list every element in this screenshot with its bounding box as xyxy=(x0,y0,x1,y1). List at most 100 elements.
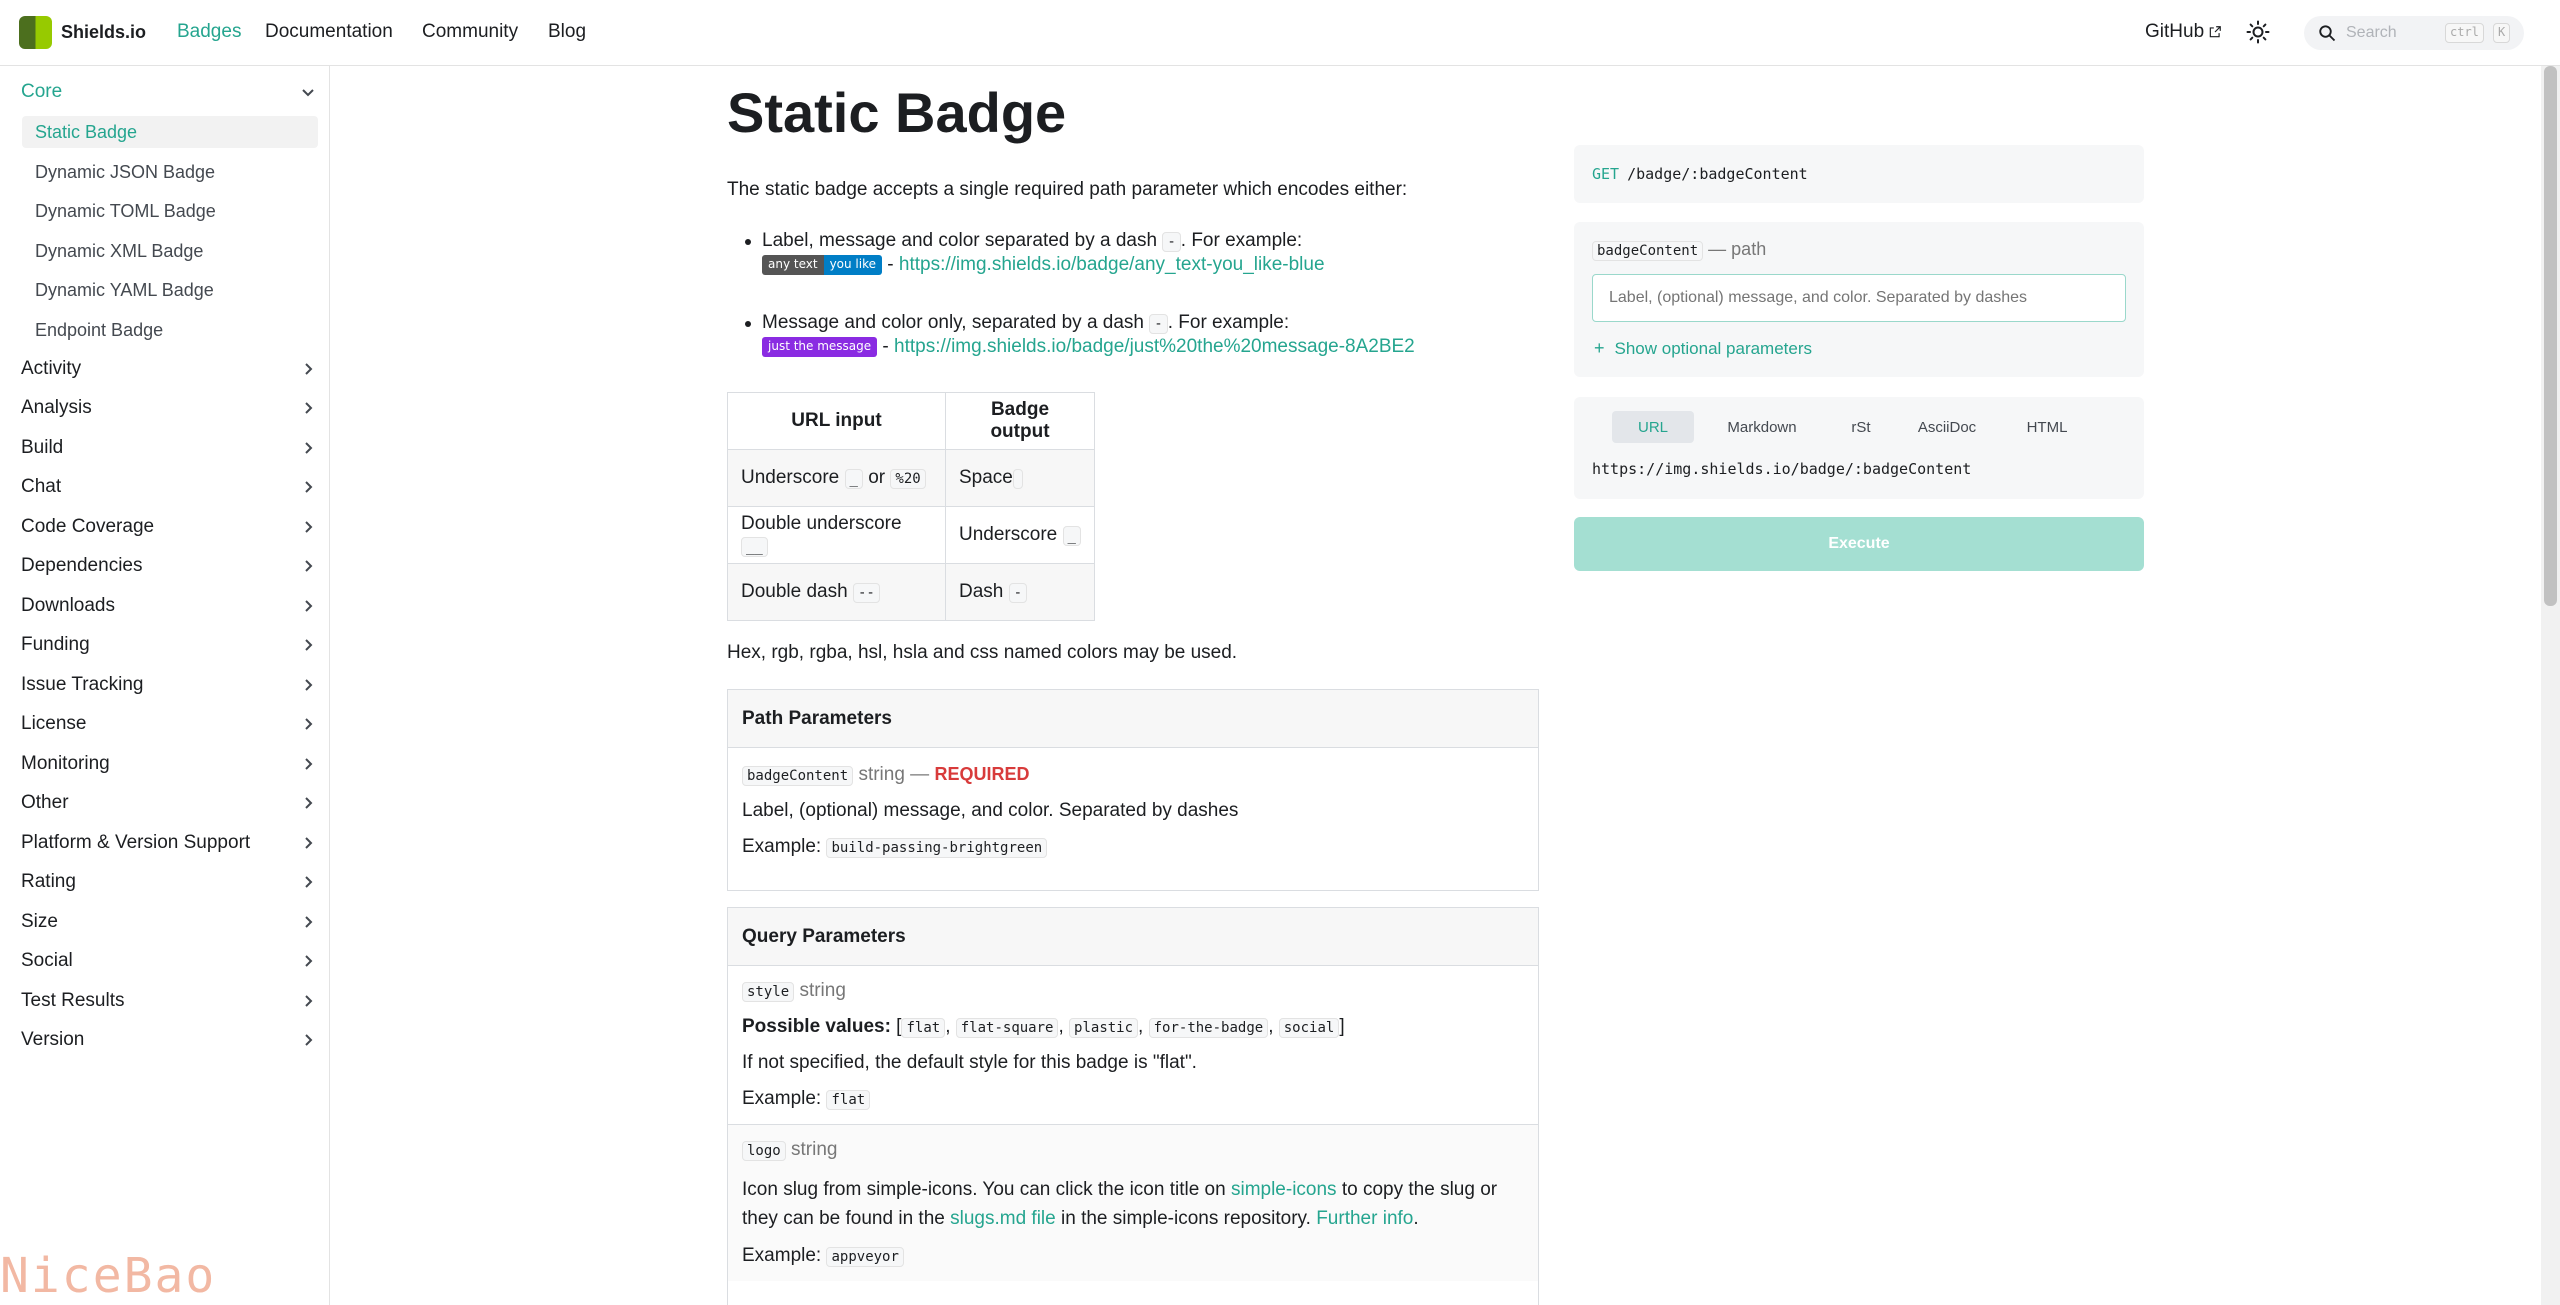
sidebar-category-analysis[interactable]: Analysis xyxy=(21,392,316,424)
table-cell: Space xyxy=(945,449,1095,507)
page-title: Static Badge xyxy=(727,81,1067,144)
panel-body: badgeContent string — REQUIRED Label, (o… xyxy=(728,748,1538,872)
table-header: Badge output xyxy=(945,392,1095,450)
nav-documentation-link[interactable]: Documentation xyxy=(265,21,393,43)
cell-text: Underscore xyxy=(959,524,1063,545)
bullet-label-message-color: Label, message and color separated by a … xyxy=(745,230,1325,276)
sidebar-category-test-results[interactable]: Test Results xyxy=(21,985,316,1017)
bullet-text: Label, message and color separated by a … xyxy=(762,230,1163,251)
bullet-text: Message and color only, separated by a d… xyxy=(762,312,1150,333)
sidebar-category-dependencies[interactable]: Dependencies xyxy=(21,550,316,582)
brand-link[interactable]: Shields.io xyxy=(19,16,146,49)
show-optional-parameters-button[interactable]: + Show optional parameters xyxy=(1594,338,1812,359)
sidebar-item-static-badge[interactable]: Static Badge xyxy=(22,116,318,148)
external-link-icon xyxy=(2209,26,2221,38)
slugs-md-link[interactable]: slugs.md file xyxy=(950,1208,1056,1229)
sidebar-category-label: Core xyxy=(21,81,63,102)
sidebar-category-core[interactable]: Core xyxy=(21,76,316,108)
chevron-right-icon xyxy=(305,797,313,809)
chevron-right-icon xyxy=(305,837,313,849)
nav-community-link[interactable]: Community xyxy=(422,21,518,43)
possible-value: flat xyxy=(901,1018,946,1038)
param-type: string xyxy=(791,1139,838,1160)
tab-html[interactable]: HTML xyxy=(2010,411,2084,443)
simple-icons-link[interactable]: simple-icons xyxy=(1231,1179,1337,1200)
table-cell: Double underscore __ xyxy=(727,506,946,564)
table-cell: Underscore _ or %20 xyxy=(727,449,946,507)
cell-text: Underscore xyxy=(741,467,845,488)
param-description: Label, (optional) message, and color. Se… xyxy=(742,800,1239,821)
sidebar-category-social[interactable]: Social xyxy=(21,945,316,977)
chevron-right-icon xyxy=(305,560,313,572)
sidebar-item-dynamic-toml-badge[interactable]: Dynamic TOML Badge xyxy=(22,195,318,227)
tab-rst[interactable]: rSt xyxy=(1836,411,1886,443)
table-cell: Double dash -- xyxy=(727,563,946,621)
sidebar-category-label: Version xyxy=(21,1029,85,1050)
github-link[interactable]: GitHub xyxy=(2145,21,2222,43)
default-note: If not specified, the default style for … xyxy=(742,1052,1197,1073)
sidebar-category-issue-tracking[interactable]: Issue Tracking xyxy=(21,669,316,701)
possible-value: flat-square xyxy=(955,1018,1059,1038)
sidebar-category-label: Dependencies xyxy=(21,555,143,576)
param-name: logo xyxy=(742,1141,786,1161)
top-navbar: Shields.io Badges Documentation Communit… xyxy=(0,0,2560,66)
sidebar-category-label: Analysis xyxy=(21,397,92,418)
chevron-right-icon xyxy=(305,639,313,651)
generated-url[interactable]: https://img.shields.io/badge/:badgeConte… xyxy=(1592,460,1971,478)
example-url-link[interactable]: https://img.shields.io/badge/any_text-yo… xyxy=(899,254,1325,275)
shields-logo xyxy=(19,16,52,49)
sidebar-category-other[interactable]: Other xyxy=(21,787,316,819)
sidebar-category-size[interactable]: Size xyxy=(21,906,316,938)
badge-content-input[interactable] xyxy=(1592,274,2126,322)
cell-text: Space xyxy=(959,467,1013,488)
sidebar-category-activity[interactable]: Activity xyxy=(21,353,316,385)
sidebar-category-funding[interactable]: Funding xyxy=(21,629,316,661)
sidebar-category-monitoring[interactable]: Monitoring xyxy=(21,748,316,780)
badge-label: any text xyxy=(762,254,824,275)
separator: - xyxy=(882,254,899,275)
sidebar-category-rating[interactable]: Rating xyxy=(21,866,316,898)
sun-icon[interactable] xyxy=(2246,20,2270,44)
tab-asciidoc[interactable]: AsciiDoc xyxy=(1904,411,1990,443)
cell-code: - xyxy=(1008,583,1028,603)
cell-text: or xyxy=(862,467,891,488)
sidebar-category-downloads[interactable]: Downloads xyxy=(21,590,316,622)
bullet-text: . For example: xyxy=(1180,230,1303,251)
kbd-k: K xyxy=(2493,23,2511,43)
sidebar-category-version[interactable]: Version xyxy=(21,1024,316,1056)
chevron-right-icon xyxy=(305,481,313,493)
logo-desc: to copy the slug or xyxy=(1336,1179,1498,1200)
search-button[interactable]: Search ctrl K xyxy=(2304,16,2524,50)
nav-badges-link[interactable]: Badges xyxy=(177,21,241,43)
execute-button[interactable]: Execute xyxy=(1574,517,2144,571)
nav-blog-link[interactable]: Blog xyxy=(548,21,586,43)
possible-value: plastic xyxy=(1069,1018,1139,1038)
sidebar-category-license[interactable]: License xyxy=(21,708,316,740)
sidebar-item-dynamic-xml-badge[interactable]: Dynamic XML Badge xyxy=(22,235,318,267)
possible-values-label: Possible values: xyxy=(742,1016,891,1037)
page-scrollbar[interactable] xyxy=(2541,66,2560,1305)
tab-url[interactable]: URL xyxy=(1612,411,1694,443)
example-url-link[interactable]: https://img.shields.io/badge/just%20the%… xyxy=(894,336,1415,357)
sidebar-item-endpoint-badge[interactable]: Endpoint Badge xyxy=(22,314,318,346)
sidebar-item-dynamic-yaml-badge[interactable]: Dynamic YAML Badge xyxy=(22,274,318,306)
tab-markdown[interactable]: Markdown xyxy=(1706,411,1818,443)
chevron-right-icon xyxy=(305,600,313,612)
chevron-right-icon xyxy=(305,955,313,967)
scrollbar-thumb[interactable] xyxy=(2544,66,2557,606)
chevron-right-icon xyxy=(305,402,313,414)
sidebar-category-chat[interactable]: Chat xyxy=(21,471,316,503)
watermark: NiceBao xyxy=(0,1248,217,1304)
table-header: URL input xyxy=(727,392,946,450)
example-value: build-passing-brightgreen xyxy=(826,838,1048,858)
sidebar-item-dynamic-json-badge[interactable]: Dynamic JSON Badge xyxy=(22,156,318,188)
bullet-message-color: Message and color only, separated by a d… xyxy=(745,312,1415,358)
panel-heading: Path Parameters xyxy=(728,690,1538,748)
sidebar-category-code-coverage[interactable]: Code Coverage xyxy=(21,511,316,543)
sidebar-category-label: Code Coverage xyxy=(21,516,155,537)
logo-param: logo string Icon slug from simple-icons.… xyxy=(728,1125,1538,1281)
sidebar-category-build[interactable]: Build xyxy=(21,432,316,464)
sidebar-category-platform-version-support[interactable]: Platform & Version Support xyxy=(21,827,316,859)
further-info-link[interactable]: Further info xyxy=(1316,1208,1413,1229)
example-value: appveyor xyxy=(826,1247,904,1267)
